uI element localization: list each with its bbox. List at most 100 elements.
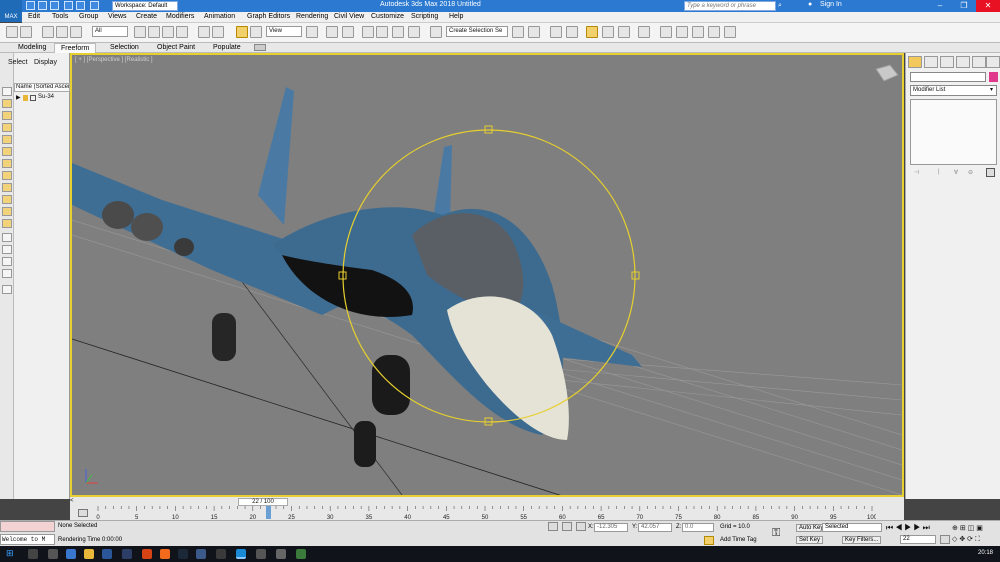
task-view-icon[interactable] — [48, 549, 58, 559]
slider-prev-icon[interactable]: < — [70, 498, 82, 506]
snaps-toggle-icon[interactable] — [362, 26, 374, 38]
space-warps-filter-icon[interactable] — [2, 183, 12, 192]
scene-item-su34[interactable]: Su-34 — [14, 93, 70, 102]
select-object-icon[interactable] — [134, 26, 146, 38]
y-coordinate-field[interactable]: 42.057 — [638, 523, 672, 532]
unlink-icon[interactable] — [56, 26, 68, 38]
tab-freeform[interactable]: Freeform — [54, 43, 97, 53]
edge-icon[interactable] — [66, 549, 76, 559]
open-file-icon[interactable] — [38, 1, 47, 10]
maximize-icon[interactable]: ❐ — [952, 0, 976, 12]
z-coordinate-field[interactable]: 0.0 — [682, 523, 714, 532]
a360-gallery-icon[interactable] — [724, 26, 736, 38]
new-scene-icon[interactable] — [26, 1, 35, 10]
tab-object-paint[interactable]: Object Paint — [157, 44, 195, 51]
render-setup-icon[interactable] — [660, 26, 672, 38]
object-color-swatch[interactable] — [989, 72, 998, 82]
field-of-view-icon[interactable]: ◇ — [952, 536, 957, 543]
geometry-filter-icon[interactable] — [2, 123, 12, 132]
modifier-list-dropdown[interactable]: Modifier List — [910, 85, 997, 96]
app-icon-5[interactable] — [296, 549, 306, 559]
project-folder-icon[interactable] — [90, 1, 99, 10]
undo-icon[interactable] — [64, 1, 73, 10]
select-rotate-icon[interactable] — [212, 26, 224, 38]
hidden-icon[interactable] — [2, 257, 12, 266]
modify-tab-icon[interactable] — [924, 56, 938, 68]
configure-modifier-sets-icon[interactable] — [986, 168, 995, 177]
set-key-button[interactable]: Set Key — [796, 536, 824, 544]
word-icon[interactable] — [102, 549, 112, 559]
cameras-filter-icon[interactable] — [2, 159, 12, 168]
menu-customize[interactable]: Customize — [371, 13, 404, 20]
explorer-display-menu[interactable]: Display — [34, 59, 57, 66]
time-tag-icon[interactable] — [704, 536, 714, 545]
select-all-icon[interactable] — [2, 87, 12, 96]
edit-named-selection-icon[interactable] — [430, 26, 442, 38]
current-frame-field[interactable]: 22 — [900, 535, 936, 544]
redo-icon[interactable] — [20, 26, 32, 38]
user-icon[interactable]: ● — [808, 1, 812, 8]
display-tab-icon[interactable] — [972, 56, 986, 68]
max-logo[interactable]: MAX — [0, 0, 22, 22]
x-coordinate-field[interactable]: -12.305 — [594, 523, 628, 532]
render-production-icon[interactable] — [692, 26, 704, 38]
hierarchy-icon[interactable] — [2, 233, 12, 242]
3ds-max-taskbar-icon[interactable] — [236, 549, 246, 559]
make-unique-icon[interactable]: ∀ — [954, 169, 958, 176]
mini-curve-editor-icon[interactable] — [78, 509, 88, 517]
menu-animation[interactable]: Animation — [204, 13, 235, 20]
select-place-icon[interactable] — [250, 26, 262, 38]
workspace-dropdown[interactable]: Workspace: Default — [112, 1, 178, 11]
isolate-selection-icon[interactable] — [548, 522, 558, 531]
selection-filter-dropdown[interactable]: All — [92, 26, 128, 37]
percent-snap-icon[interactable] — [392, 26, 404, 38]
menu-rendering[interactable]: Rendering — [296, 13, 328, 20]
zoom-icon[interactable]: ⊕ — [952, 525, 958, 532]
menu-edit[interactable]: Edit — [28, 13, 40, 20]
close-icon[interactable]: ✕ — [976, 0, 1000, 12]
menu-graph-editors[interactable]: Graph Editors — [247, 13, 290, 20]
named-selection-dropdown[interactable]: Create Selection Se — [446, 26, 508, 37]
align-icon[interactable] — [528, 26, 540, 38]
redo-icon[interactable] — [76, 1, 85, 10]
chevron-down-icon[interactable]: ▾ — [990, 86, 993, 93]
menu-tools[interactable]: Tools — [52, 13, 68, 20]
app-icon-3[interactable] — [256, 549, 266, 559]
sign-in-link[interactable]: Sign In — [820, 1, 842, 8]
create-tab-icon[interactable] — [908, 56, 922, 68]
go-to-end-icon[interactable]: ⏭ — [923, 523, 932, 532]
rendered-frame-window-icon[interactable] — [676, 26, 688, 38]
maxscript-listener-input[interactable] — [0, 521, 55, 532]
next-frame-icon[interactable]: ▶ — [913, 523, 922, 532]
selection-lock-icon[interactable] — [562, 522, 572, 531]
bones-filter-icon[interactable] — [2, 219, 12, 228]
remove-modifier-icon[interactable]: ⊖ — [968, 169, 973, 176]
rectangular-selection-icon[interactable] — [162, 26, 174, 38]
menu-group[interactable]: Group — [79, 13, 98, 20]
curve-editor-icon[interactable] — [602, 26, 614, 38]
tab-selection[interactable]: Selection — [110, 44, 139, 51]
pin-stack-icon[interactable]: ⊣ — [914, 169, 919, 176]
select-manipulate-icon[interactable] — [326, 26, 338, 38]
menu-create[interactable]: Create — [136, 13, 157, 20]
timeline-ruler[interactable]: 0 5 10 15 20 25 30 35 40 45 50 55 60 65 70 75 80 85 90 95 10… — [96, 506, 876, 520]
maxscript-output[interactable]: Welcome to M — [0, 534, 55, 545]
orbit-icon[interactable]: ⟳ — [967, 536, 973, 543]
display-none-icon[interactable] — [2, 99, 12, 108]
key-icon[interactable]: ⚿ — [772, 527, 780, 540]
link-icon[interactable] — [42, 26, 54, 38]
add-time-tag[interactable]: Add Time Tag — [720, 537, 757, 543]
zoom-extents-icon[interactable]: ◫ — [968, 525, 975, 532]
previous-frame-icon[interactable]: ◀ — [895, 523, 904, 532]
select-move-icon[interactable] — [198, 26, 210, 38]
menu-views[interactable]: Views — [108, 13, 127, 20]
menu-scripting[interactable]: Scripting — [411, 13, 438, 20]
object-name-field[interactable] — [910, 72, 986, 82]
tab-modeling[interactable]: Modeling — [18, 44, 46, 51]
spinner-snap-icon[interactable] — [408, 26, 420, 38]
material-editor-icon[interactable] — [638, 26, 650, 38]
angle-snap-icon[interactable] — [376, 26, 388, 38]
find-icon[interactable] — [2, 285, 12, 294]
minimize-icon[interactable]: – — [928, 0, 952, 12]
menu-help[interactable]: Help — [449, 13, 463, 20]
